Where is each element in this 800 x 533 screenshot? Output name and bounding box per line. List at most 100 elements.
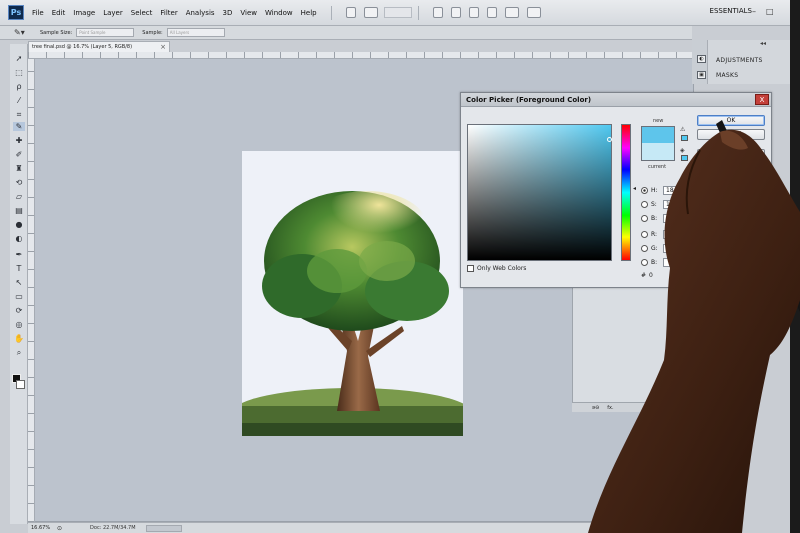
color-picker-titlebar[interactable]: Color Picker (Foreground Color) X <box>461 93 771 107</box>
workspace-switcher[interactable]: ESSENTIALS <box>710 7 752 15</box>
brush-tool-icon[interactable]: ✐ <box>13 150 25 159</box>
arrange-documents-icon[interactable] <box>504 7 519 18</box>
hex-input[interactable]: 0 <box>649 272 653 279</box>
status-bar: 16.67% ⊙ Doc: 22.7M/34.7M <box>28 522 694 533</box>
current-color-label: current <box>648 164 667 170</box>
status-info-icon[interactable]: ⊙ <box>57 525 62 532</box>
zoom-tool-icon[interactable]: ⌕ <box>13 348 25 357</box>
brightness-input[interactable]: 86 <box>663 213 685 223</box>
menu-select[interactable]: Select <box>131 9 153 17</box>
gradient-tool-icon[interactable]: ▤ <box>13 206 25 215</box>
screen-mode-toggle-icon[interactable] <box>526 7 541 18</box>
ok-button[interactable]: OK <box>697 115 765 126</box>
masks-panel-label[interactable]: MASKS <box>716 72 738 79</box>
restore-button[interactable]: □ <box>766 7 774 16</box>
zoom-level-dropdown[interactable] <box>383 7 412 18</box>
add-to-swatches-button[interactable]: Add To Swatches <box>697 149 765 160</box>
red-input[interactable]: 0 <box>663 229 685 239</box>
hand-tool-icon[interactable]: ✋ <box>13 334 25 343</box>
menu-help[interactable]: Help <box>301 9 317 17</box>
menu-view[interactable]: View <box>240 9 257 17</box>
sample-size-dropdown[interactable]: Point Sample <box>76 28 135 37</box>
horizontal-scrollbar[interactable] <box>145 524 182 532</box>
crop-tool-icon[interactable]: ⌗ <box>13 110 25 119</box>
sample-dropdown[interactable]: All Layers <box>166 28 225 37</box>
web-safe-swatch[interactable] <box>681 155 688 161</box>
hand-tool-icon[interactable] <box>432 7 443 18</box>
screen-mode-icon[interactable] <box>363 7 378 18</box>
brightness-radio[interactable] <box>641 214 648 222</box>
lasso-tool-icon[interactable]: ρ <box>13 82 25 91</box>
zoom-tool-icon[interactable] <box>450 7 461 18</box>
dodge-tool-icon[interactable]: ◐ <box>13 234 25 243</box>
hue-input[interactable]: 184 <box>663 185 685 195</box>
eyedropper-icon[interactable]: ✎▾ <box>14 28 32 38</box>
hex-label: # <box>641 272 647 279</box>
collapse-dock-icon[interactable]: ◂◂ <box>760 40 766 47</box>
new-color-swatch <box>641 126 675 143</box>
only-web-colors-checkbox[interactable] <box>467 265 474 272</box>
menu-edit[interactable]: Edit <box>52 9 66 17</box>
layer-style-icon[interactable]: fx. <box>607 405 613 411</box>
saturation-brightness-field[interactable] <box>467 124 612 261</box>
close-document-icon[interactable]: × <box>160 42 166 52</box>
menu-file[interactable]: File <box>32 9 44 17</box>
minimize-button[interactable]: – <box>752 7 756 16</box>
healing-tool-icon[interactable]: ✚ <box>13 136 25 145</box>
menu-filter[interactable]: Filter <box>160 9 177 17</box>
blue-radio[interactable] <box>641 258 648 266</box>
close-dialog-button[interactable]: X <box>755 94 769 105</box>
tree-artwork[interactable] <box>242 151 463 436</box>
only-web-colors-option[interactable]: Only Web Colors <box>467 265 526 272</box>
adjustments-panel-icon[interactable]: ◐ <box>697 55 706 63</box>
color-libraries-button[interactable]: Color Libraries <box>697 163 765 174</box>
eyedropper-tool-icon[interactable]: ✎ <box>13 122 25 131</box>
menu-separator <box>330 5 332 20</box>
3d-orbit-tool-icon[interactable]: ◎ <box>13 320 25 329</box>
menu-analysis[interactable]: Analysis <box>186 9 215 17</box>
pen-tool-icon[interactable]: ✒ <box>13 250 25 259</box>
menu-layer[interactable]: Layer <box>103 9 123 17</box>
adjustments-panel-label[interactable]: ADJUSTMENTS <box>716 57 763 64</box>
hue-slider[interactable] <box>621 124 631 261</box>
menu-window[interactable]: Window <box>265 9 293 17</box>
saturation-input[interactable]: 100 <box>663 199 685 209</box>
red-radio[interactable] <box>641 230 648 238</box>
move-tool-icon[interactable]: ➚ <box>13 54 25 63</box>
hue-slider-arrow-icon[interactable]: ◂ <box>633 185 636 192</box>
color-field-marker[interactable] <box>607 137 612 142</box>
photoshop-screen: Ps File Edit Image Layer Select Filter A… <box>0 0 790 533</box>
background-color-swatch[interactable] <box>16 380 25 389</box>
menu-3d[interactable]: 3D <box>223 9 233 17</box>
rotate-view-icon[interactable] <box>468 7 479 18</box>
status-zoom-value[interactable]: 16.67% <box>31 525 53 531</box>
quick-select-tool-icon[interactable]: ⁄ <box>13 96 25 105</box>
link-layers-icon[interactable]: ǝ⊖ <box>592 405 599 411</box>
clone-stamp-tool-icon[interactable]: ♜ <box>13 164 25 173</box>
grid-icon[interactable] <box>486 7 497 18</box>
green-input[interactable]: 2 <box>663 243 685 253</box>
green-label: G: <box>651 244 658 252</box>
saturation-radio[interactable] <box>641 200 648 208</box>
menu-image[interactable]: Image <box>73 9 95 17</box>
blur-tool-icon[interactable]: ● <box>13 220 25 229</box>
blue-input[interactable] <box>663 257 685 267</box>
green-radio[interactable] <box>641 244 648 252</box>
type-tool-icon[interactable]: T <box>13 264 25 273</box>
masks-panel-icon[interactable]: ▣ <box>697 71 706 79</box>
hue-radio[interactable] <box>641 186 648 194</box>
cancel-button[interactable]: Cancel <box>697 129 765 140</box>
history-brush-tool-icon[interactable]: ⟲ <box>13 178 25 187</box>
bridge-icon[interactable] <box>345 7 356 18</box>
document-tab[interactable]: tree final.psd @ 16.7% (Layer 5, RGB/8) … <box>28 41 170 52</box>
hue-field-row: H: 184 ° <box>641 185 690 195</box>
3d-rotate-tool-icon[interactable]: ⟳ <box>13 306 25 315</box>
marquee-tool-icon[interactable]: ⬚ <box>13 68 25 77</box>
menu-separator <box>417 5 419 20</box>
path-select-tool-icon[interactable]: ↖ <box>13 278 25 287</box>
photoshop-logo-icon: Ps <box>8 5 24 20</box>
eraser-tool-icon[interactable]: ▱ <box>13 192 25 201</box>
current-color-swatch[interactable] <box>641 143 675 161</box>
shape-tool-icon[interactable]: ▭ <box>13 292 25 301</box>
gamut-swatch[interactable] <box>681 135 688 141</box>
